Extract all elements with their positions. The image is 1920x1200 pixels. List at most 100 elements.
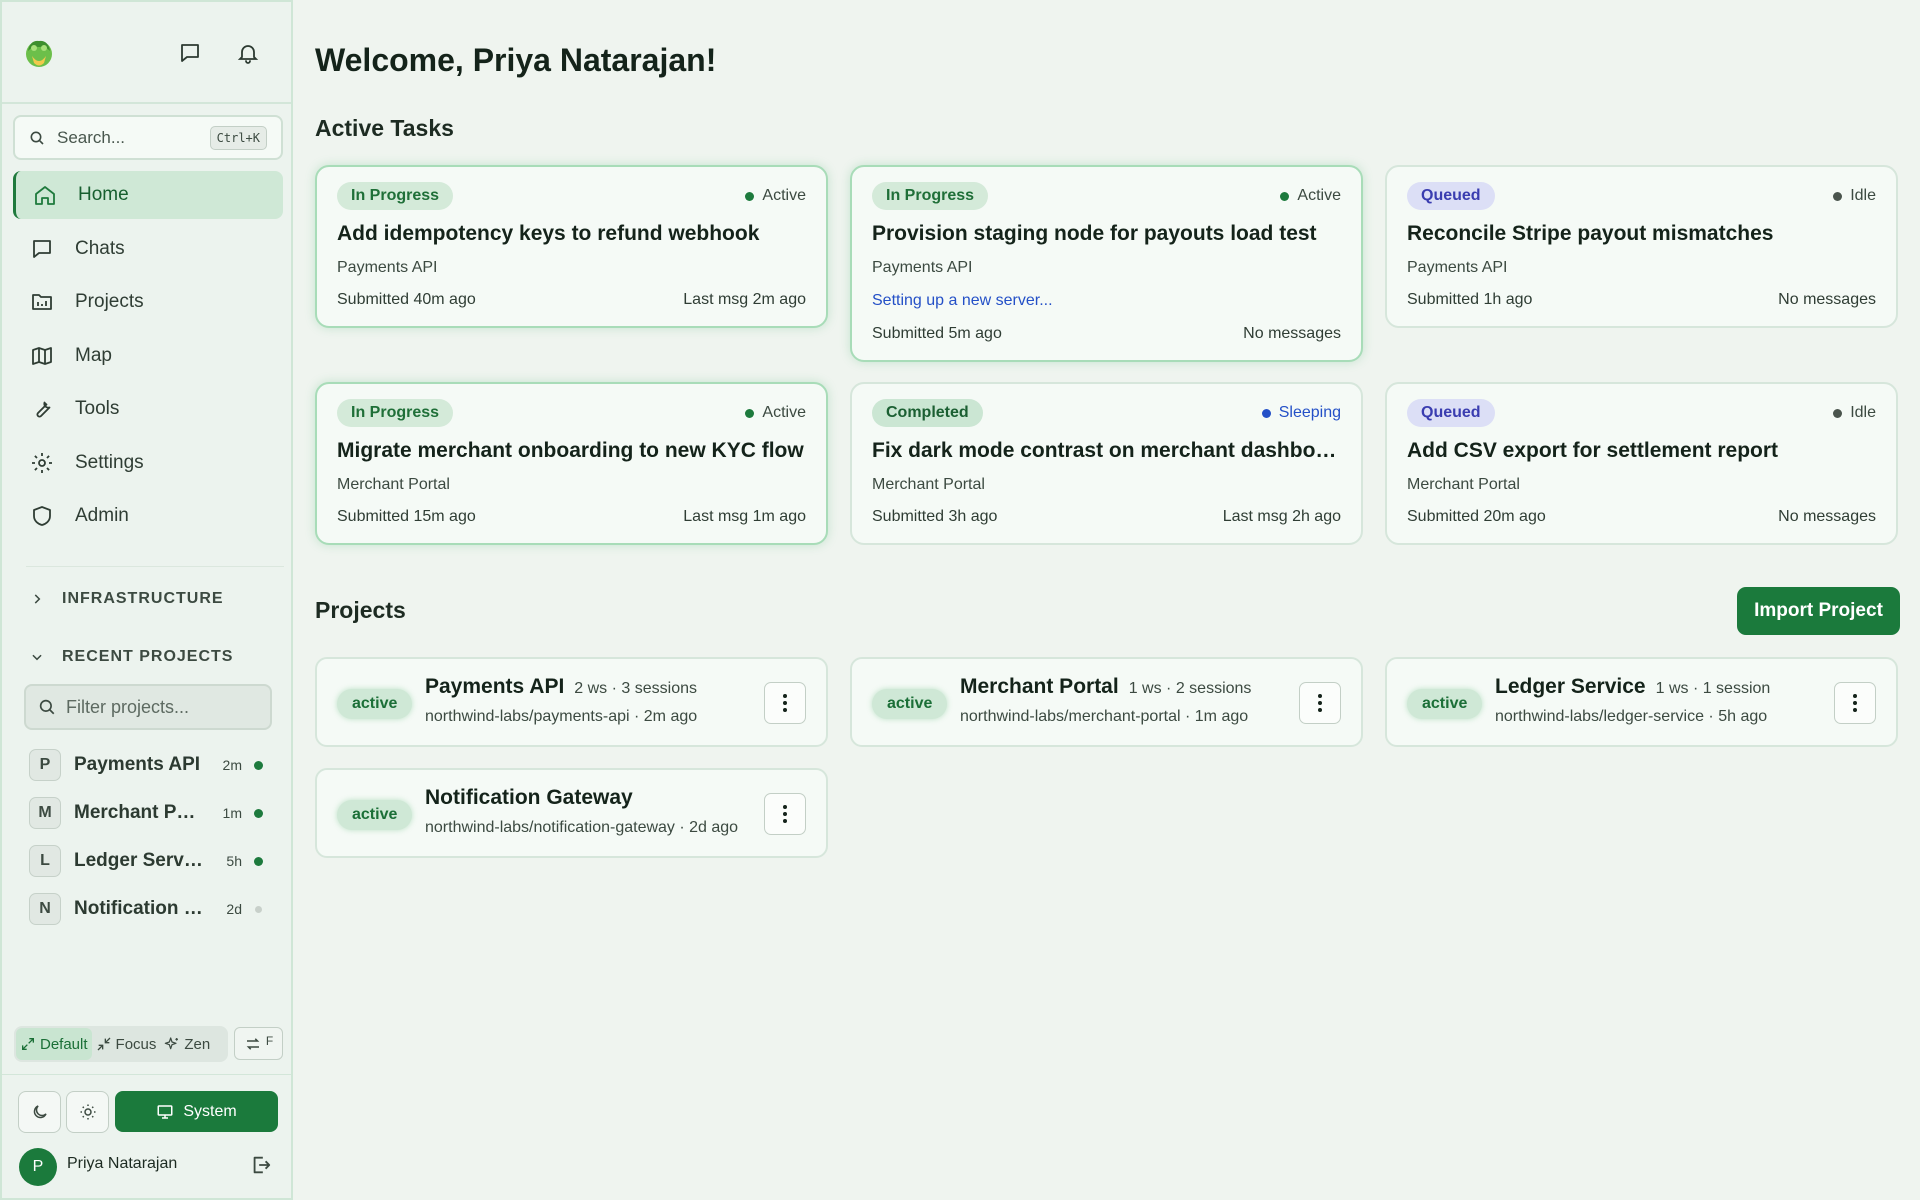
recent-project-item[interactable]: N Notification Gateway 2d bbox=[29, 885, 279, 933]
user-name: Priya Natarajan bbox=[67, 1155, 178, 1172]
project-menu-button[interactable] bbox=[1834, 682, 1876, 724]
main-nav: Home Chats Projects Map Tools Settings A… bbox=[13, 171, 283, 546]
recent-project-item[interactable]: M Merchant Portal 1m bbox=[29, 789, 279, 837]
task-state: Active bbox=[745, 187, 806, 205]
recent-project-name: Notification Gateway bbox=[74, 898, 206, 919]
project-menu-button[interactable] bbox=[1299, 682, 1341, 724]
avatar[interactable]: P bbox=[19, 1148, 57, 1186]
task-state: Idle bbox=[1833, 187, 1876, 205]
messages-button[interactable] bbox=[175, 38, 205, 68]
project-card[interactable]: active Payments API 2 ws · 3 sessions nor… bbox=[315, 657, 828, 747]
task-title: Provision staging node for payouts load … bbox=[872, 222, 1317, 245]
recent-projects-section-toggle[interactable]: RECENT PROJECTS bbox=[30, 647, 233, 667]
task-title: Migrate merchant onboarding to new KYC f… bbox=[337, 439, 804, 462]
recent-project-name: Merchant Portal bbox=[74, 802, 206, 823]
page-title: Welcome, Priya Natarajan! bbox=[315, 42, 717, 78]
task-card[interactable]: Queued Idle Reconcile Stripe payout mism… bbox=[1385, 165, 1898, 328]
project-menu-button[interactable] bbox=[764, 793, 806, 835]
light-theme-button[interactable] bbox=[66, 1091, 109, 1133]
import-project-button[interactable]: Import Project bbox=[1737, 587, 1900, 635]
mode-default-button[interactable]: Default bbox=[16, 1028, 92, 1060]
logo-icon[interactable] bbox=[22, 36, 56, 70]
nav-label-map: Map bbox=[75, 344, 112, 366]
project-initial-badge: L bbox=[29, 845, 61, 877]
expand-icon bbox=[22, 1038, 34, 1050]
project-name: Payments API bbox=[425, 675, 565, 698]
search-box[interactable]: Search... Ctrl+K bbox=[13, 115, 283, 160]
recent-project-time: 2m bbox=[222, 757, 242, 773]
sparkle-icon bbox=[165, 1037, 179, 1050]
task-card[interactable]: In Progress Active Add idempotency keys … bbox=[315, 165, 828, 328]
task-status-badge: Completed bbox=[872, 399, 983, 427]
project-name: Notification Gateway bbox=[425, 786, 633, 809]
project-card[interactable]: active Ledger Service 1 ws · 1 session no… bbox=[1385, 657, 1898, 747]
collapse-icon bbox=[97, 1037, 111, 1051]
project-repo: northwind-labs/merchant-portal · 1m ago bbox=[960, 708, 1249, 725]
nav-item-projects[interactable]: Projects bbox=[13, 278, 283, 326]
recent-project-item[interactable]: L Ledger Service 5h bbox=[29, 837, 279, 885]
mode-focus-button[interactable]: Focus bbox=[92, 1028, 161, 1060]
nav-item-home[interactable]: Home bbox=[13, 171, 283, 219]
state-dot bbox=[745, 191, 755, 201]
recent-project-name: Ledger Service bbox=[74, 850, 206, 871]
wrench-icon bbox=[29, 396, 55, 422]
nav-item-map[interactable]: Map bbox=[13, 332, 283, 380]
task-submitted: Submitted 3h ago bbox=[872, 508, 998, 525]
task-last-message: No messages bbox=[1243, 325, 1341, 342]
chat-icon bbox=[29, 236, 55, 262]
task-last-message: No messages bbox=[1778, 508, 1876, 525]
nav-label-chats: Chats bbox=[75, 237, 125, 259]
nav-item-chats[interactable]: Chats bbox=[13, 225, 283, 273]
filter-projects-input[interactable] bbox=[66, 696, 256, 718]
task-card[interactable]: In Progress Active Migrate merchant onbo… bbox=[315, 382, 828, 545]
chevron-down-icon bbox=[30, 650, 48, 664]
infrastructure-label: INFRASTRUCTURE bbox=[62, 590, 224, 607]
recent-project-item[interactable]: P Payments API 2m bbox=[29, 741, 279, 789]
project-status-badge: active bbox=[337, 689, 413, 719]
project-card[interactable]: active Notification Gateway northwind-la… bbox=[315, 768, 828, 858]
view-mode-switcher: Default Focus Zen bbox=[14, 1026, 228, 1062]
moon-icon bbox=[33, 1105, 47, 1119]
sidebar: Search... Ctrl+K Home Chats Projects Map… bbox=[0, 0, 293, 1200]
infrastructure-section-toggle[interactable]: INFRASTRUCTURE bbox=[30, 589, 224, 609]
more-vertical-icon bbox=[1853, 694, 1857, 712]
project-status-badge: active bbox=[872, 689, 948, 719]
task-project: Merchant Portal bbox=[872, 476, 985, 493]
task-submitted: Submitted 15m ago bbox=[337, 508, 476, 525]
project-meta: 2 ws · 3 sessions bbox=[574, 680, 697, 697]
project-repo: northwind-labs/payments-api · 2m ago bbox=[425, 708, 698, 725]
footer-divider bbox=[2, 1074, 291, 1075]
project-menu-button[interactable] bbox=[764, 682, 806, 724]
system-theme-button[interactable]: System bbox=[115, 1091, 278, 1132]
sidebar-header bbox=[2, 2, 291, 104]
project-initial-badge: N bbox=[29, 893, 61, 925]
task-state-label: Idle bbox=[1850, 404, 1876, 421]
project-initial-badge: P bbox=[29, 749, 61, 781]
sun-icon bbox=[80, 1104, 95, 1120]
task-status-badge: Queued bbox=[1407, 182, 1495, 210]
logout-button[interactable] bbox=[250, 1154, 274, 1178]
chevron-right-icon bbox=[30, 592, 48, 606]
notifications-button[interactable] bbox=[233, 38, 263, 68]
task-card[interactable]: In Progress Active Provision staging nod… bbox=[850, 165, 1363, 362]
search-icon bbox=[30, 131, 44, 145]
task-title: Fix dark mode contrast on merchant dashb… bbox=[872, 439, 1345, 462]
task-card[interactable]: Completed Sleeping Fix dark mode contras… bbox=[850, 382, 1363, 545]
active-tasks-heading: Active Tasks bbox=[315, 115, 454, 141]
swap-mode-button[interactable]: F bbox=[234, 1027, 283, 1060]
nav-label-admin: Admin bbox=[75, 505, 129, 526]
task-card[interactable]: Queued Idle Add CSV export for settlemen… bbox=[1385, 382, 1898, 545]
task-project: Payments API bbox=[872, 259, 973, 276]
mode-zen-button[interactable]: Zen bbox=[160, 1028, 214, 1060]
nav-item-admin[interactable]: Admin bbox=[13, 492, 283, 540]
project-card[interactable]: active Merchant Portal 1 ws · 2 sessions … bbox=[850, 657, 1363, 747]
dark-theme-button[interactable] bbox=[18, 1091, 61, 1133]
nav-item-settings[interactable]: Settings bbox=[13, 439, 283, 487]
filter-projects-box[interactable] bbox=[24, 684, 272, 730]
search-placeholder: Search... bbox=[57, 127, 126, 147]
message-icon bbox=[181, 44, 199, 62]
recent-projects-list: P Payments API 2m M Merchant Portal 1m L… bbox=[29, 741, 279, 933]
nav-item-tools[interactable]: Tools bbox=[13, 385, 283, 433]
task-status-badge: Queued bbox=[1407, 399, 1495, 427]
recent-project-time: 5h bbox=[226, 853, 242, 869]
